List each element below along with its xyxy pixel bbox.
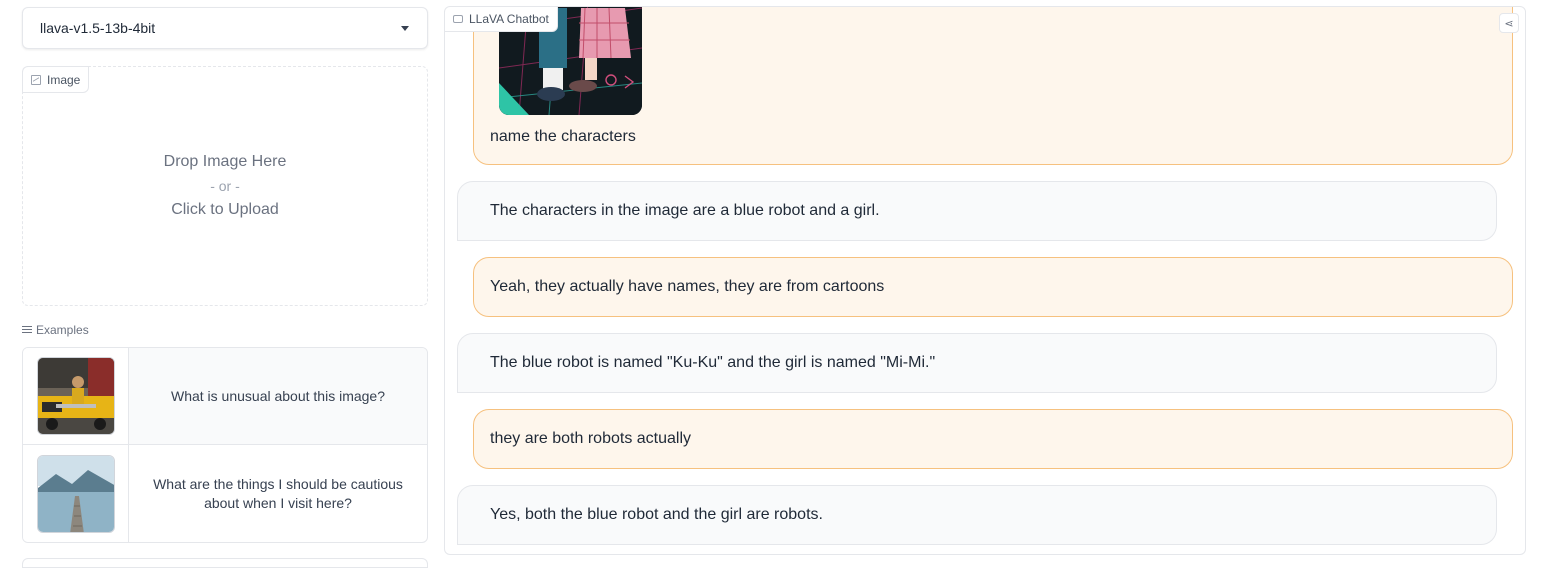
chatbot-panel[interactable]: LLaVA Chatbot ⋖ name the characters The …: [444, 6, 1526, 555]
bot-message: Yes, both the blue robot and the girl ar…: [457, 485, 1497, 545]
chatbot-label: LLaVA Chatbot: [469, 12, 549, 26]
bot-message: The blue robot is named "Ku-Ku" and the …: [457, 333, 1497, 393]
chat-icon: [453, 15, 463, 23]
taxi-ironing-photo: [36, 357, 115, 435]
click-to-upload-text: Click to Upload: [171, 201, 279, 218]
user-message: name the characters: [473, 7, 1513, 165]
bot-message: The characters in the image are a blue r…: [457, 181, 1497, 241]
image-label: Image: [47, 72, 81, 87]
bot-message-text: Yes, both the blue robot and the girl ar…: [490, 506, 823, 523]
share-button[interactable]: ⋖: [1499, 13, 1519, 33]
examples-header: Examples: [22, 323, 89, 337]
list-icon: [22, 326, 32, 334]
chatbot-block-label: LLaVA Chatbot: [445, 7, 558, 32]
chevron-down-icon: [401, 25, 409, 31]
examples-table: What is unusual about this image? What a…: [22, 347, 428, 543]
model-dropdown[interactable]: llava-v1.5-13b-4bit: [22, 7, 428, 49]
user-message: they are both robots actually: [473, 409, 1513, 469]
user-message-text: Yeah, they actually have names, they are…: [490, 278, 885, 295]
user-message: Yeah, they actually have names, they are…: [473, 257, 1513, 317]
image-block-label: Image: [22, 66, 90, 93]
example-row[interactable]: What is unusual about this image?: [23, 348, 427, 445]
model-dropdown-value: llava-v1.5-13b-4bit: [40, 20, 156, 36]
drop-image-text: Drop Image Here: [163, 153, 287, 170]
user-message-text: they are both robots actually: [490, 430, 692, 447]
example-thumb-cell: [23, 348, 129, 444]
next-block-edge: [22, 558, 428, 568]
example-prompt: What are the things I should be cautious…: [153, 475, 403, 511]
example-row[interactable]: What are the things I should be cautious…: [23, 445, 427, 542]
share-icon: ⋖: [1504, 17, 1514, 30]
example-thumb-cell: [23, 445, 129, 542]
or-text: - or -: [210, 178, 240, 194]
bot-message-text: The characters in the image are a blue r…: [490, 202, 880, 219]
image-drop-zone[interactable]: Drop Image Here - or - Click to Upload: [23, 67, 427, 305]
example-prompt: What is unusual about this image?: [170, 387, 385, 404]
bot-message-text: The blue robot is named "Ku-Ku" and the …: [490, 354, 936, 371]
image-upload[interactable]: Drop Image Here - or - Click to Upload I…: [22, 66, 428, 306]
image-icon: [31, 74, 41, 85]
user-message-text: name the characters: [490, 128, 636, 145]
lake-dock-photo: [36, 454, 115, 533]
examples-label: Examples: [36, 323, 89, 337]
